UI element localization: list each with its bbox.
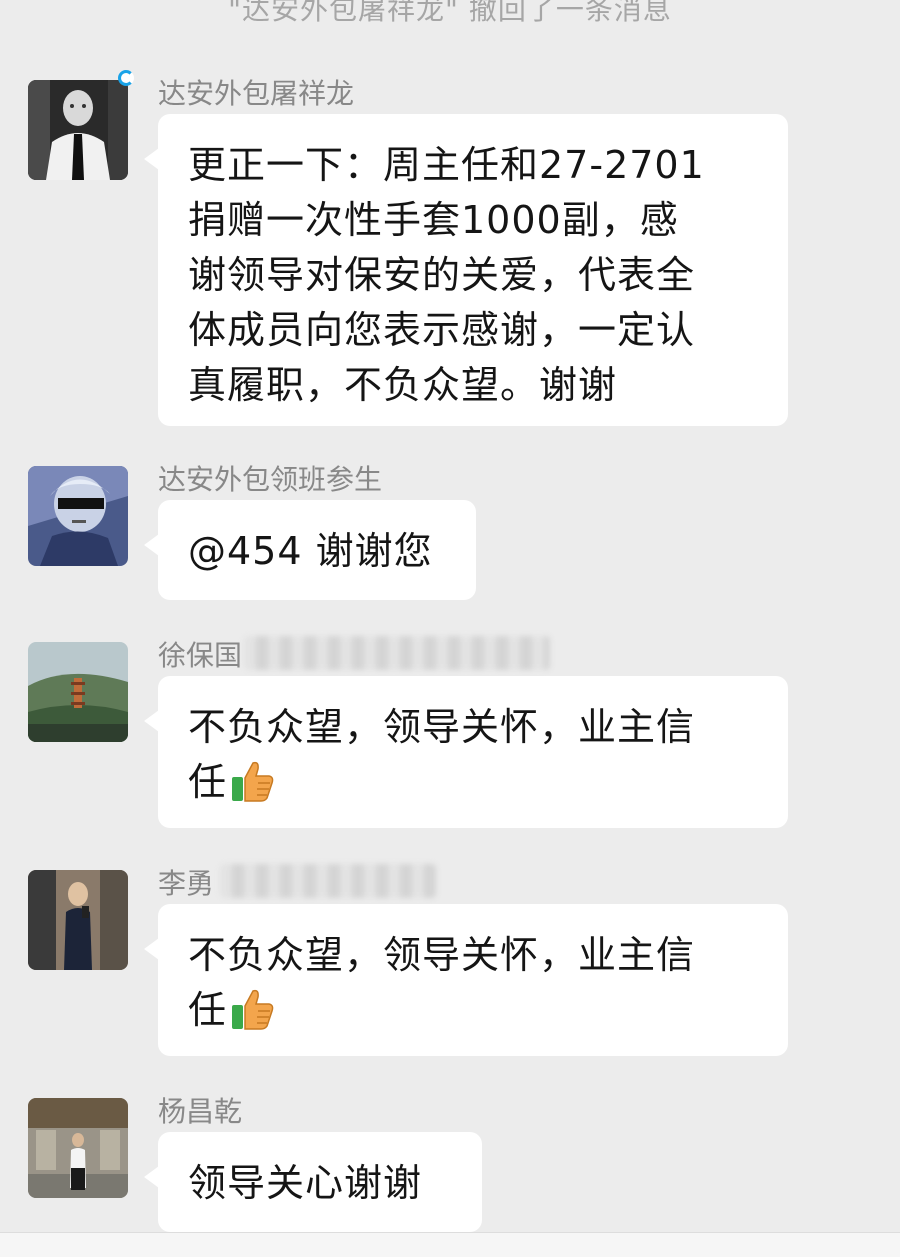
avatar[interactable]: [28, 466, 128, 566]
sender-name: 达安外包屠祥龙: [158, 77, 355, 110]
refresh-status-icon: [118, 70, 134, 86]
avatar[interactable]: [28, 1098, 128, 1198]
message-text: 领导关心谢谢: [188, 1161, 423, 1205]
thumbs-up-icon: [229, 757, 275, 803]
message-bubble[interactable]: 不负众望，领导关怀，业主信 任: [144, 904, 788, 1056]
sender-name: 达安外包领班参生: [158, 463, 383, 496]
message-text: @454 谢谢您: [188, 529, 433, 573]
message-bubble[interactable]: @454 谢谢您: [144, 500, 476, 600]
message-bubble[interactable]: 更正一下：周主任和27-2701 捐赠一次性手套1000副，感 谢领导对保安的关…: [144, 114, 788, 426]
avatar-image-man-mirror-selfie: [28, 870, 128, 970]
avatar-image-anime-character: [28, 466, 128, 566]
recall-notice: "达安外包屠祥龙" 撤回了一条消息: [228, 0, 672, 26]
avatar-image-pagoda-landscape: [28, 642, 128, 742]
sender-name: 杨昌乾: [158, 1095, 243, 1128]
message-bubble[interactable]: 不负众望，领导关怀，业主信 任: [144, 676, 788, 828]
avatar-image-child-in-tie: [28, 80, 128, 180]
thumbs-up-icon: [229, 985, 275, 1031]
input-bar[interactable]: [0, 1232, 900, 1257]
avatar[interactable]: [28, 870, 128, 970]
avatar-image-man-in-building: [28, 1098, 128, 1198]
message-bubble[interactable]: 领导关心谢谢: [144, 1132, 482, 1232]
name-redaction: [220, 864, 436, 898]
message-text: 更正一下：周主任和27-2701 捐赠一次性手套1000副，感 谢领导对保安的关…: [188, 143, 705, 407]
sender-name: 徐保国: [158, 639, 243, 672]
avatar[interactable]: [28, 80, 128, 180]
name-redaction: [244, 636, 550, 670]
sender-name: 李勇: [158, 867, 215, 900]
avatar[interactable]: [28, 642, 128, 742]
